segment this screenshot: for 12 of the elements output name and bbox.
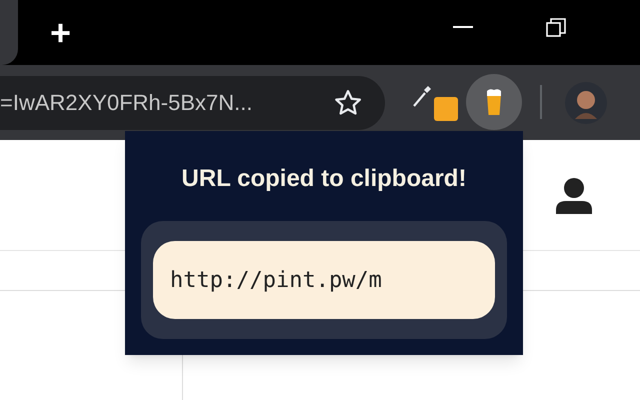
star-icon[interactable] [333, 88, 363, 118]
user-icon[interactable] [555, 178, 593, 214]
minimize-icon[interactable] [453, 26, 473, 29]
address-bar[interactable]: =IwAR2XY0FRh-5Bx7N... [0, 76, 385, 130]
beer-glass-icon [486, 88, 502, 116]
popup-title: URL copied to clipboard! [182, 164, 466, 194]
eyedropper-icon[interactable] [412, 85, 432, 107]
url-field[interactable]: http://pint.pw/m [153, 241, 495, 319]
profile-avatar[interactable] [565, 82, 607, 124]
address-text: =IwAR2XY0FRh-5Bx7N... [0, 89, 252, 117]
restore-icon[interactable] [546, 18, 566, 38]
new-tab-button[interactable]: + [50, 14, 72, 50]
